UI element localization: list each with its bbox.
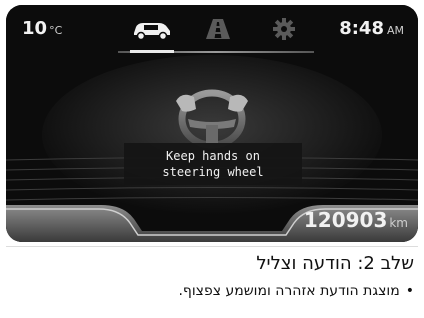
lane-road-icon bbox=[206, 19, 230, 39]
bullet-dot: • bbox=[405, 283, 414, 299]
warning-message: Keep hands on steering wheel bbox=[124, 143, 302, 185]
tab-vehicle[interactable] bbox=[130, 17, 174, 41]
caption-divider bbox=[6, 246, 418, 247]
temperature-value: 10 bbox=[22, 18, 48, 39]
step-title: שלב 2: הודעה וצליל bbox=[256, 253, 414, 274]
bullet-text: מוצגת הודעת אזהרה ומושמע צפצוף. bbox=[178, 283, 400, 299]
cluster-display: 10 °C 8:48 AM Keep hands on steering whe… bbox=[6, 5, 418, 242]
gear-icon bbox=[273, 18, 295, 40]
bullet-item: • מוצגת הודעת אזהרה ומושמע צפצוף. bbox=[10, 280, 414, 302]
odometer-value: 120903 bbox=[303, 208, 388, 232]
active-tab-indicator bbox=[130, 50, 174, 53]
clock-time: 8:48 bbox=[339, 18, 384, 39]
tab-lane-assist[interactable] bbox=[204, 17, 232, 41]
caption: שלב 2: הודעה וצליל • מוצגת הודעת אזהרה ומ… bbox=[10, 252, 414, 302]
tab-settings[interactable] bbox=[272, 17, 296, 41]
warning-line-2: steering wheel bbox=[162, 165, 264, 179]
temperature-unit: °C bbox=[49, 24, 63, 37]
clock-ampm: AM bbox=[386, 24, 404, 37]
hands-on-steering-wheel-icon bbox=[176, 89, 248, 149]
car-icon bbox=[134, 23, 170, 41]
warning-line-1: Keep hands on bbox=[166, 149, 260, 163]
clock: 8:48 AM bbox=[339, 18, 404, 39]
odometer-unit: km bbox=[389, 216, 408, 230]
odometer: 120903 km bbox=[304, 208, 408, 232]
outside-temperature: 10 °C bbox=[22, 18, 62, 39]
